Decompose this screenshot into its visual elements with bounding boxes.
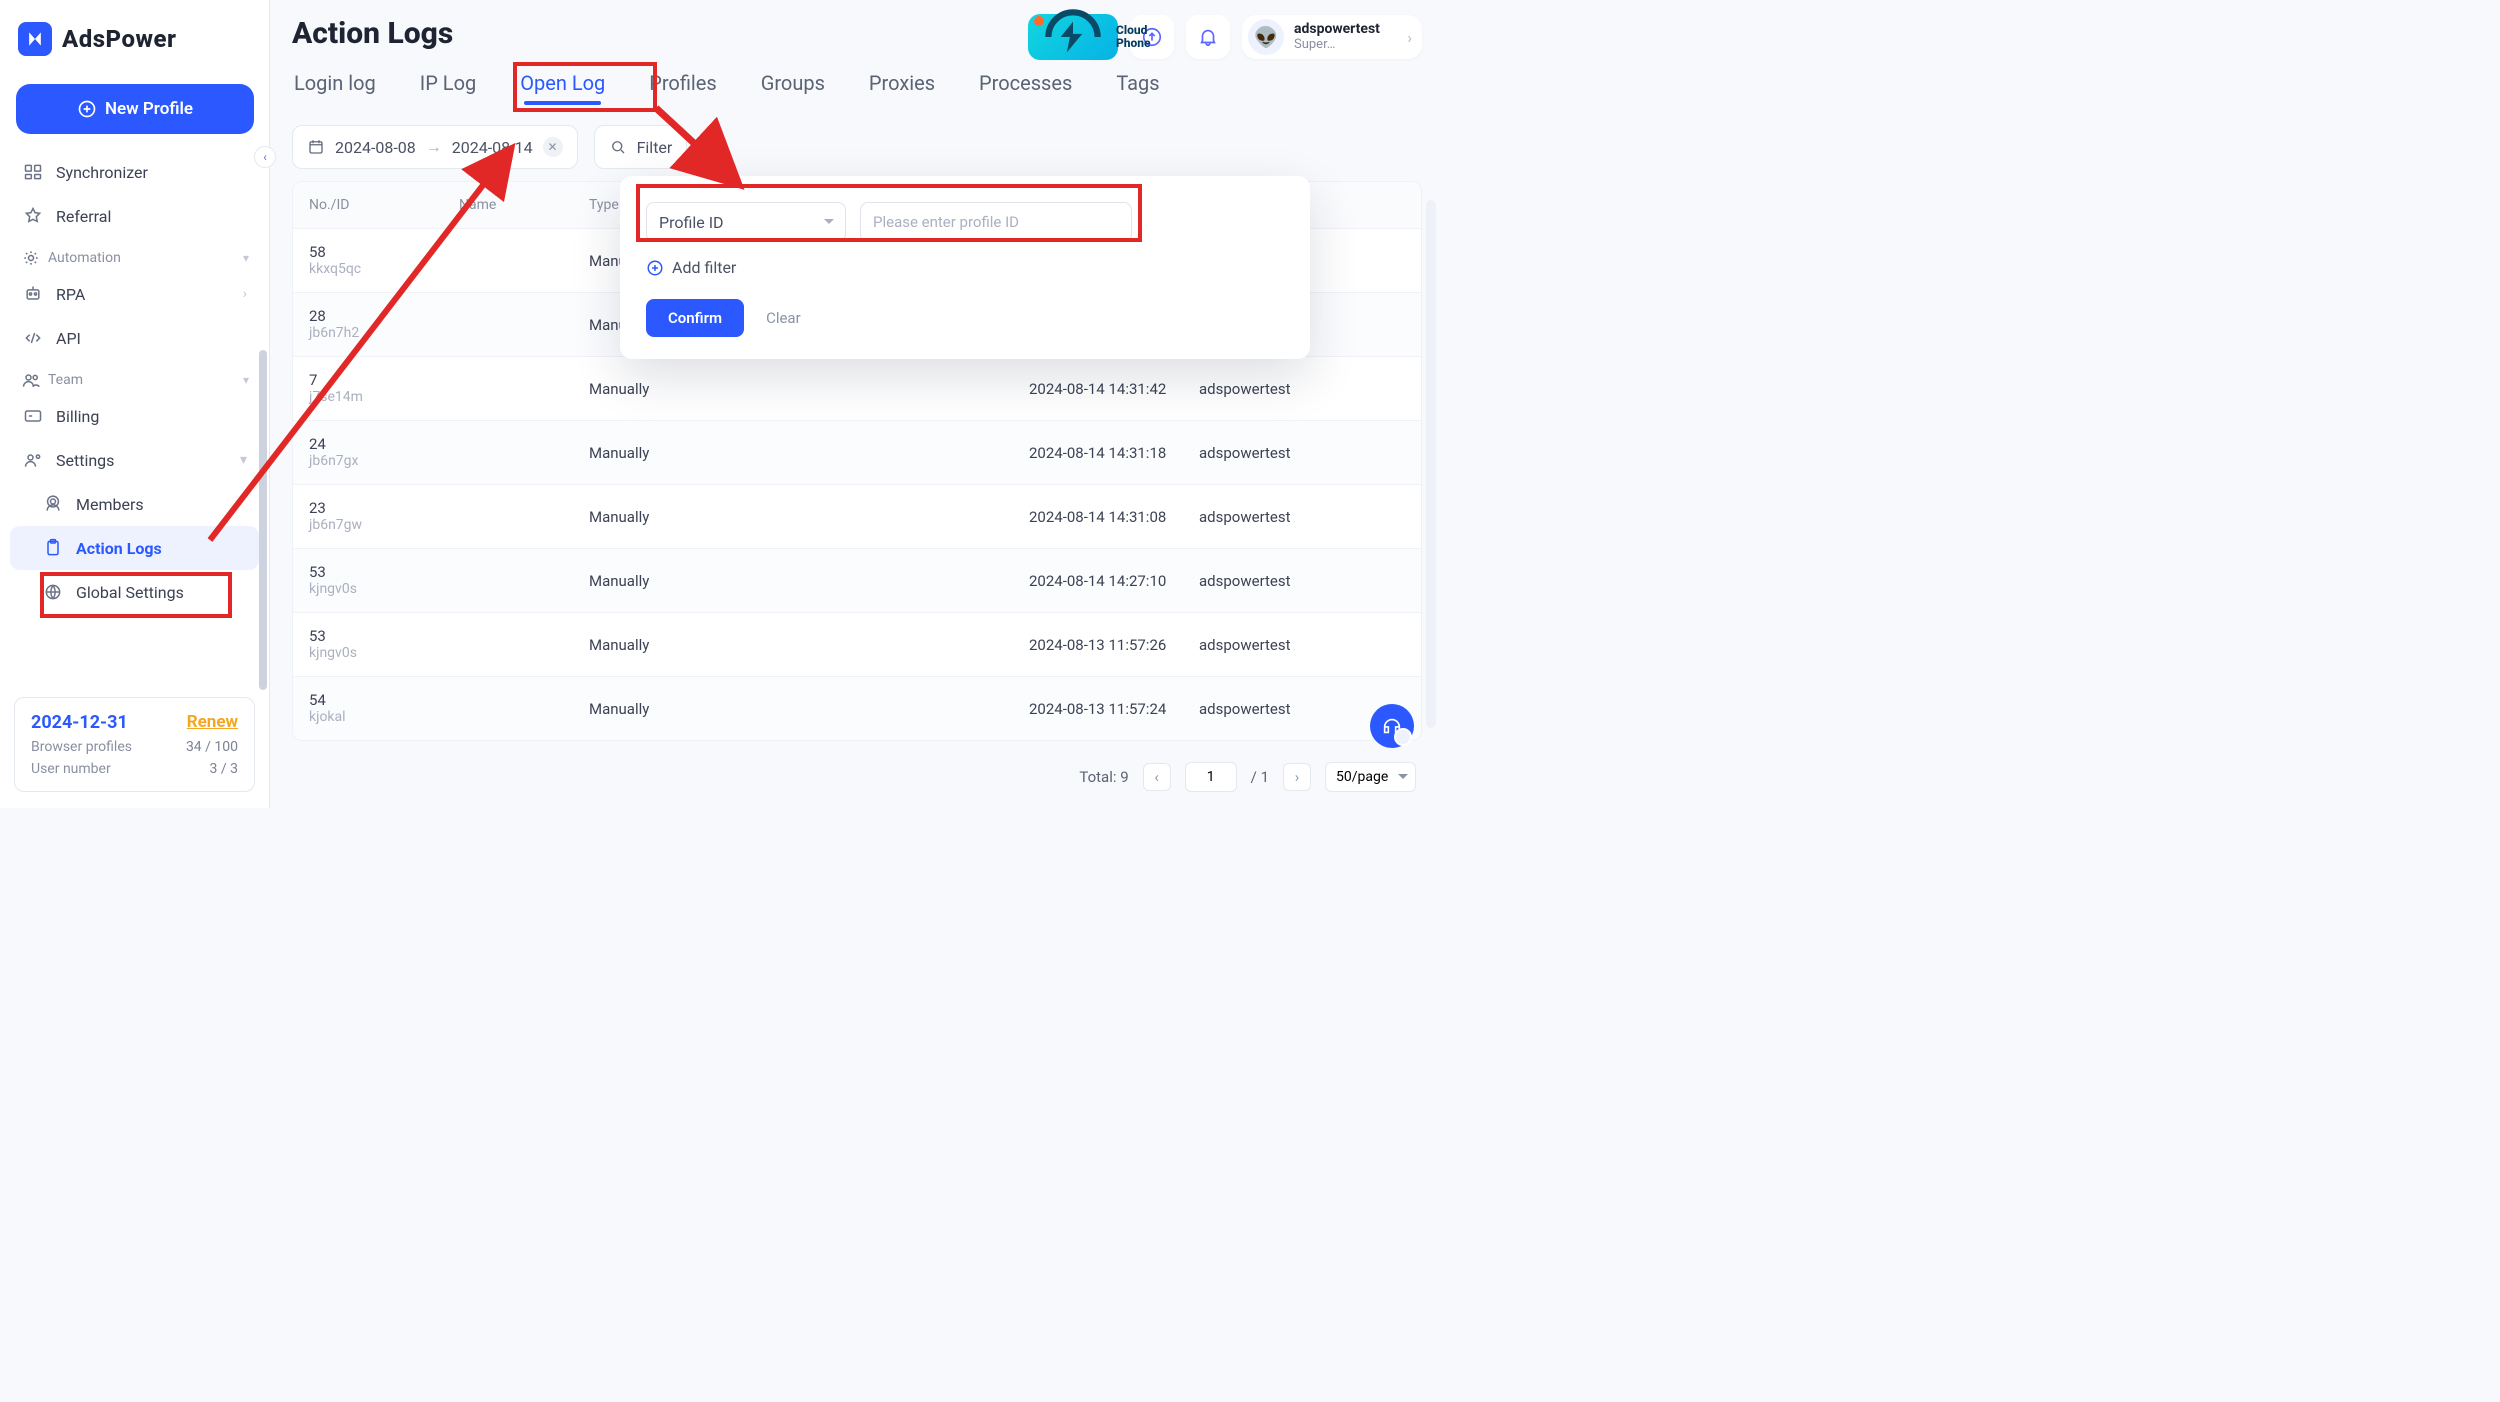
prev-page-button[interactable]: ‹ xyxy=(1143,763,1171,791)
billing-icon xyxy=(22,406,44,426)
search-icon xyxy=(609,138,627,156)
tab-ip-log[interactable]: IP Log xyxy=(418,65,478,107)
chevron-right-icon: › xyxy=(243,286,247,302)
tab-groups[interactable]: Groups xyxy=(759,65,827,107)
clear-date-icon[interactable]: ✕ xyxy=(543,137,563,157)
globe-gear-icon xyxy=(42,582,64,602)
clipboard-icon xyxy=(42,538,64,558)
tabs: Login log IP Log Open Log Profiles Groups Pro… xyxy=(292,65,1422,107)
filter-value-input[interactable] xyxy=(860,202,1132,242)
filter-button[interactable]: Filter xyxy=(594,125,688,169)
pagination: Total: 9 ‹ / 1 › 50/page xyxy=(1079,762,1416,792)
table-row[interactable]: 54kjokalManually2024-08-13 11:57:24adspo… xyxy=(293,676,1421,740)
group-label: Team xyxy=(48,372,83,388)
sidebar-item-label: Billing xyxy=(56,407,99,426)
users-label: User number xyxy=(31,761,111,777)
brand-name: AdsPower xyxy=(62,25,176,53)
col-name: Name xyxy=(459,197,589,213)
sidebar-item-members[interactable]: Members xyxy=(10,482,259,526)
col-no: No./ID xyxy=(309,197,459,213)
users-value: 3 / 3 xyxy=(210,761,238,777)
table-row[interactable]: 23jb6n7gwManually2024-08-14 14:31:08adsp… xyxy=(293,484,1421,548)
sidebar-scrollbar[interactable] xyxy=(259,350,267,690)
brand[interactable]: AdsPower xyxy=(0,0,269,64)
chevron-down-icon: ▾ xyxy=(243,373,249,387)
sidebar-item-label: Referral xyxy=(56,207,111,226)
sidebar-group-team[interactable]: Team ▾ xyxy=(10,360,259,394)
chevron-down-icon: ▾ xyxy=(243,251,249,265)
plan-expiry: 2024-12-31 xyxy=(31,712,128,733)
profiles-value: 34 / 100 xyxy=(186,739,238,755)
sidebar-item-label: Settings xyxy=(56,451,114,470)
renew-link[interactable]: Renew xyxy=(187,712,238,733)
sidebar: AdsPower New Profile ‹ Synchronizer Refe… xyxy=(0,0,270,808)
plan-footer: 2024-12-31 Renew Browser profiles 34 / 10… xyxy=(14,697,255,792)
sidebar-section: Synchronizer Referral Automation ▾ RPA ›… xyxy=(0,150,269,614)
sidebar-item-label: Action Logs xyxy=(76,539,162,558)
confirm-button[interactable]: Confirm xyxy=(646,299,744,337)
plus-circle-icon xyxy=(646,259,664,277)
sidebar-item-action-logs[interactable]: Action Logs xyxy=(10,526,259,570)
sidebar-item-label: Members xyxy=(76,495,144,514)
sidebar-item-label: RPA xyxy=(56,285,85,304)
tab-profiles[interactable]: Profiles xyxy=(647,65,718,107)
chevron-down-icon: ▾ xyxy=(240,452,247,468)
add-filter-button[interactable]: Add filter xyxy=(646,258,1284,277)
filter-field-select[interactable]: Profile ID xyxy=(646,202,846,242)
page-count: / 1 xyxy=(1251,768,1269,786)
date-to: 2024-08-14 xyxy=(452,138,533,157)
star-icon xyxy=(22,206,44,226)
sidebar-item-referral[interactable]: Referral xyxy=(10,194,259,238)
main-scrollbar[interactable] xyxy=(1426,200,1436,728)
headset-icon xyxy=(1381,715,1403,737)
tab-proxies[interactable]: Proxies xyxy=(867,65,937,107)
filter-popover: Profile ID Add filter Confirm Clear xyxy=(620,176,1310,359)
sidebar-item-api[interactable]: API xyxy=(10,316,259,360)
sync-icon xyxy=(22,162,44,182)
member-icon xyxy=(42,494,64,514)
tab-processes[interactable]: Processes xyxy=(977,65,1074,107)
team-icon xyxy=(20,370,42,390)
page-size-select[interactable]: 50/page xyxy=(1325,762,1416,792)
sidebar-item-synchronizer[interactable]: Synchronizer xyxy=(10,150,259,194)
api-icon xyxy=(22,328,44,348)
next-page-button[interactable]: › xyxy=(1283,763,1311,791)
tab-open-log[interactable]: Open Log xyxy=(518,65,607,107)
total-label: Total: 9 xyxy=(1079,768,1128,786)
sidebar-item-label: API xyxy=(56,329,81,348)
group-label: Automation xyxy=(48,250,121,266)
support-button[interactable] xyxy=(1370,704,1414,748)
sidebar-item-label: Synchronizer xyxy=(56,163,148,182)
date-from: 2024-08-08 xyxy=(335,138,416,157)
date-range[interactable]: 2024-08-08 → 2024-08-14 ✕ xyxy=(292,125,578,169)
main: Action Logs Login log IP Log Open Log Profi… xyxy=(270,0,1440,808)
sidebar-item-label: Global Settings xyxy=(76,583,184,602)
table-row[interactable]: 53kjngv0sManually2024-08-14 14:27:10adsp… xyxy=(293,548,1421,612)
calendar-icon xyxy=(307,138,325,156)
table-row[interactable]: 53kjngv0sManually2024-08-13 11:57:26adsp… xyxy=(293,612,1421,676)
sidebar-item-settings[interactable]: Settings ▾ xyxy=(10,438,259,482)
people-icon xyxy=(22,450,44,470)
gear-icon xyxy=(20,248,42,268)
logo-icon xyxy=(18,22,52,56)
sidebar-item-rpa[interactable]: RPA › xyxy=(10,272,259,316)
profiles-label: Browser profiles xyxy=(31,739,132,755)
sidebar-item-billing[interactable]: Billing xyxy=(10,394,259,438)
new-profile-label: New Profile xyxy=(105,99,193,119)
page-input[interactable] xyxy=(1185,762,1237,792)
sidebar-item-global-settings[interactable]: Global Settings xyxy=(10,570,259,614)
tab-login-log[interactable]: Login log xyxy=(292,65,378,107)
arrow-right-icon: → xyxy=(426,137,442,157)
sidebar-group-automation[interactable]: Automation ▾ xyxy=(10,238,259,272)
table-row[interactable]: 7j7se14mManually2024-08-14 14:31:42adspo… xyxy=(293,356,1421,420)
filter-label: Filter xyxy=(637,138,673,157)
table-row[interactable]: 24jb6n7gxManually2024-08-14 14:31:18adsp… xyxy=(293,420,1421,484)
new-profile-button[interactable]: New Profile xyxy=(16,84,254,134)
add-filter-label: Add filter xyxy=(672,258,736,277)
page-title: Action Logs xyxy=(292,16,1422,51)
tab-tags[interactable]: Tags xyxy=(1114,65,1161,107)
robot-icon xyxy=(22,284,44,304)
clear-button[interactable]: Clear xyxy=(766,309,801,327)
